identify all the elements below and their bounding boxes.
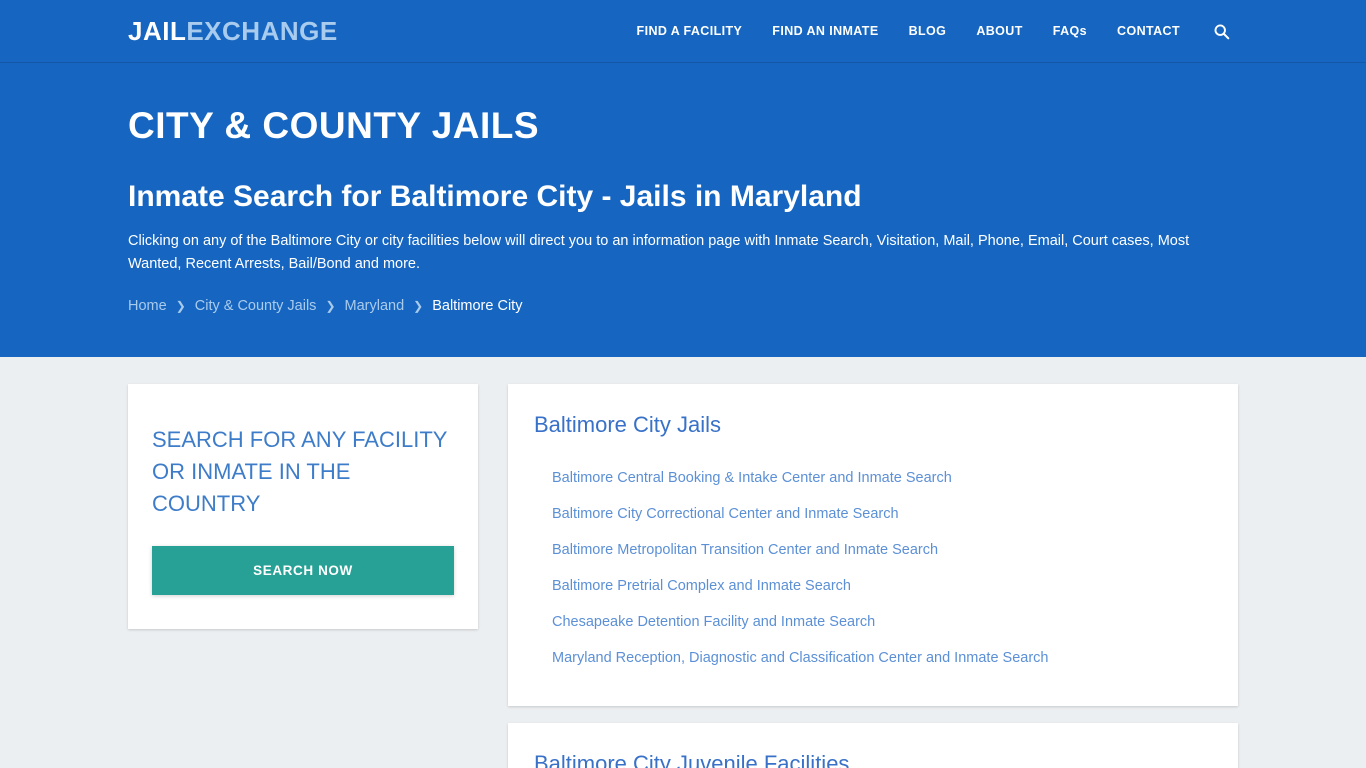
nav-blog[interactable]: BLOG xyxy=(894,24,962,38)
facility-link-list: Baltimore Central Booking & Intake Cente… xyxy=(534,460,1212,676)
breadcrumb-separator-icon: ❯ xyxy=(413,299,424,313)
logo-text-exchange: EXCHANGE xyxy=(186,16,338,46)
sidebar: SEARCH FOR ANY FACILITY OR INMATE IN THE… xyxy=(128,384,478,629)
page-title: Inmate Search for Baltimore City - Jails… xyxy=(128,180,862,213)
site-header: JAILEXCHANGE FIND A FACILITY FIND AN INM… xyxy=(0,0,1366,63)
list-item: Maryland Reception, Diagnostic and Class… xyxy=(534,640,1212,676)
search-icon xyxy=(1214,24,1230,39)
nav-find-an-inmate[interactable]: FIND AN INMATE xyxy=(757,24,893,38)
nav-find-a-facility[interactable]: FIND A FACILITY xyxy=(622,24,758,38)
breadcrumb-separator-icon: ❯ xyxy=(175,299,186,313)
facility-card-title[interactable]: Baltimore City Juvenile Facilities xyxy=(534,751,1212,768)
logo-text-jail: JAIL xyxy=(128,16,187,46)
search-now-button[interactable]: SEARCH NOW xyxy=(152,546,454,595)
page-description: Clicking on any of the Baltimore City or… xyxy=(128,233,1190,272)
list-item: Baltimore Metropolitan Transition Center… xyxy=(534,532,1212,568)
facility-link[interactable]: Baltimore Pretrial Complex and Inmate Se… xyxy=(534,568,1212,604)
facility-card-juvenile: Baltimore City Juvenile Facilities xyxy=(508,723,1238,768)
facility-link[interactable]: Baltimore City Correctional Center and I… xyxy=(534,496,1212,532)
facility-link[interactable]: Maryland Reception, Diagnostic and Class… xyxy=(534,640,1212,676)
nav-contact[interactable]: CONTACT xyxy=(1102,24,1195,38)
search-promo-card: SEARCH FOR ANY FACILITY OR INMATE IN THE… xyxy=(128,384,478,629)
facility-link[interactable]: Baltimore Central Booking & Intake Cente… xyxy=(534,460,1212,496)
page-body: SEARCH FOR ANY FACILITY OR INMATE IN THE… xyxy=(0,357,1366,768)
breadcrumb-separator-icon: ❯ xyxy=(325,299,336,313)
breadcrumb-item-maryland[interactable]: Maryland xyxy=(345,298,405,314)
nav-faqs[interactable]: FAQs xyxy=(1038,24,1102,38)
main-navigation: FIND A FACILITY FIND AN INMATE BLOG ABOU… xyxy=(622,23,1238,40)
facility-card-title[interactable]: Baltimore City Jails xyxy=(534,412,1212,438)
breadcrumb-item-city-county-jails[interactable]: City & County Jails xyxy=(195,298,317,314)
main-content: Baltimore City Jails Baltimore Central B… xyxy=(508,384,1238,768)
breadcrumb-item-current: Baltimore City xyxy=(432,298,523,314)
breadcrumb-item-home[interactable]: Home xyxy=(128,298,167,314)
list-item: Chesapeake Detention Facility and Inmate… xyxy=(534,604,1212,640)
list-item: Baltimore Central Booking & Intake Cente… xyxy=(534,460,1212,496)
nav-about[interactable]: ABOUT xyxy=(961,24,1037,38)
site-logo[interactable]: JAILEXCHANGE xyxy=(128,18,338,44)
facility-card-jails: Baltimore City Jails Baltimore Central B… xyxy=(508,384,1238,707)
page-kicker: CITY & COUNTY JAILS xyxy=(128,105,540,146)
breadcrumb: Home ❯ City & County Jails ❯ Maryland ❯ … xyxy=(128,276,1238,314)
hero-section: CITY & COUNTY JAILS Inmate Search for Ba… xyxy=(0,63,1366,357)
facility-link[interactable]: Baltimore Metropolitan Transition Center… xyxy=(534,532,1212,568)
list-item: Baltimore Pretrial Complex and Inmate Se… xyxy=(534,568,1212,604)
promo-title: SEARCH FOR ANY FACILITY OR INMATE IN THE… xyxy=(152,427,448,516)
header-search-button[interactable] xyxy=(1195,23,1238,40)
facility-link[interactable]: Chesapeake Detention Facility and Inmate… xyxy=(534,604,1212,640)
list-item: Baltimore City Correctional Center and I… xyxy=(534,496,1212,532)
